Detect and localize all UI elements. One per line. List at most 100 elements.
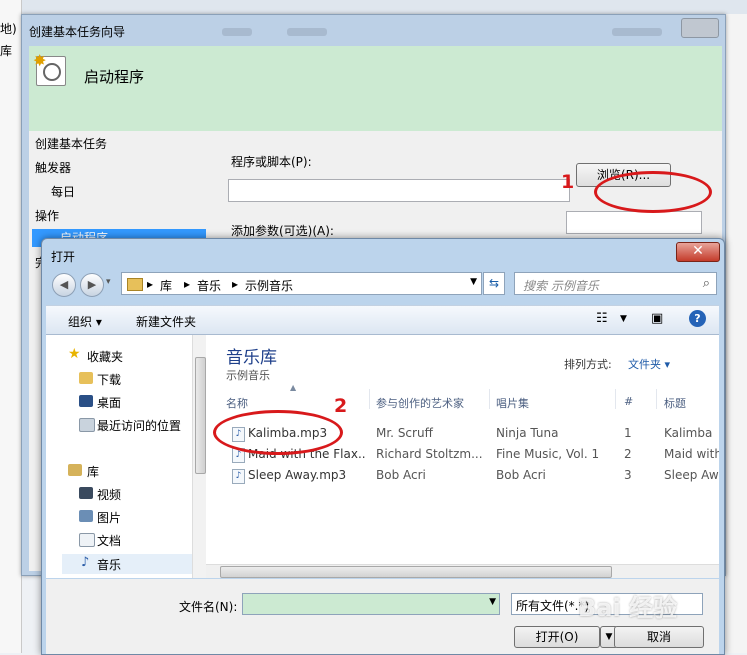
annotation-circle-browse [594, 171, 712, 213]
sidebar-item-downloads[interactable]: 下载 [97, 371, 121, 388]
view-dropdown-icon[interactable]: ▼ [620, 314, 627, 324]
column-header-album[interactable]: 唱片集 [496, 395, 529, 411]
search-icon[interactable]: ⌕ [703, 276, 710, 291]
file-list-pane: 音乐库 示例音乐 排列方式: 文件夹 ▾ ▲ 名称 参与创作的艺术家 唱片集 #… [206, 335, 719, 578]
blurred-text [222, 28, 252, 36]
sidebar-item-videos[interactable]: 视频 [97, 486, 121, 503]
breadcrumb-sample-music[interactable]: 示例音乐 [245, 277, 293, 294]
column-header-title[interactable]: 标题 [664, 395, 686, 411]
chevron-right-icon[interactable]: ▸ [184, 277, 190, 291]
chevron-right-icon[interactable]: ▸ [147, 277, 153, 291]
file-album: Bob Acri [496, 468, 546, 482]
args-label: 添加参数(可选)(A): [231, 224, 334, 238]
sidebar-scrollbar[interactable] [192, 335, 207, 578]
watermark-logo: Bai 经验 [578, 594, 678, 622]
file-artist: Richard Stoltzm... [376, 447, 483, 461]
file-album: Fine Music, Vol. 1 [496, 447, 600, 461]
library-subtitle: 示例音乐 [226, 369, 270, 382]
blurred-text [287, 28, 327, 36]
column-separator[interactable] [656, 389, 657, 409]
column-separator[interactable] [369, 389, 370, 409]
folder-icon [127, 278, 143, 291]
scrollbar-thumb[interactable] [220, 566, 612, 578]
breadcrumb-library[interactable]: 库 [160, 277, 172, 294]
forward-arrow-icon[interactable]: ▶ [80, 273, 104, 297]
recent-places-icon [79, 418, 95, 432]
dialog-toolbar: 组织 ▾ 新建文件夹 ☷ ▼ ▣ ? [46, 305, 719, 335]
sidebar-item-documents[interactable]: 文档 [97, 532, 121, 549]
left-strip-text-2: 库 [0, 44, 13, 58]
sidebar-item-recent[interactable]: 最近访问的位置 [97, 417, 181, 434]
refresh-icon[interactable]: ⇆ [483, 272, 505, 295]
help-icon[interactable]: ? [689, 310, 706, 327]
search-input[interactable]: 搜索 示例音乐 ⌕ [514, 272, 717, 295]
library-title: 音乐库 [226, 348, 277, 368]
sidebar-item-music[interactable]: 音乐 [97, 556, 121, 573]
documents-icon [79, 533, 95, 547]
scrollbar-thumb[interactable] [195, 357, 206, 474]
file-artist: Mr. Scruff [376, 426, 433, 440]
file-number: 1 [624, 426, 632, 440]
annotation-number-2: 2 [334, 395, 348, 417]
file-name[interactable]: Sleep Away.mp3 [248, 468, 366, 482]
sidebar-item-pictures[interactable]: 图片 [97, 509, 121, 526]
program-label: 程序或脚本(P): [231, 155, 312, 169]
view-list-icon[interactable]: ☷ [596, 311, 608, 326]
cancel-button[interactable]: 取消 [614, 626, 704, 648]
column-header-artist[interactable]: 参与创作的艺术家 [376, 395, 464, 411]
back-arrow-icon[interactable]: ◀ [52, 273, 76, 297]
navigation-pane: ★ 收藏夹 下载 桌面 最近访问的位置 库 视频 图片 文档 ♪ 音乐 [46, 335, 203, 578]
file-list-horizontal-scrollbar[interactable] [206, 564, 719, 578]
star-icon: ★ [68, 346, 81, 362]
dialog-close-button[interactable]: ✕ [676, 242, 720, 262]
filename-input[interactable]: ▼ [242, 593, 500, 615]
chevron-right-icon[interactable]: ▸ [232, 277, 238, 291]
search-placeholder: 搜索 示例音乐 [523, 279, 599, 293]
open-button-label: 打开(O) [535, 630, 579, 644]
blurred-text [612, 28, 662, 36]
audio-file-icon: ♪ [232, 469, 245, 484]
args-input[interactable] [566, 211, 702, 234]
column-header-name[interactable]: 名称 [226, 395, 248, 411]
column-separator[interactable] [615, 389, 616, 409]
organize-menu[interactable]: 组织 ▾ [68, 313, 102, 330]
background-left-panel: 地) 库 [0, 0, 22, 653]
file-number: 2 [624, 447, 632, 461]
history-dropdown-icon[interactable]: ▾ [106, 277, 111, 287]
open-button[interactable]: 打开(O) [514, 626, 600, 648]
filename-dropdown-icon[interactable]: ▼ [489, 597, 496, 607]
sidebar-item-desktop[interactable]: 桌面 [97, 394, 121, 411]
nav-daily[interactable]: 每日 [51, 183, 75, 200]
file-title: Kalimba [664, 426, 713, 440]
sort-dropdown[interactable]: 文件夹 ▾ [628, 356, 670, 372]
sidebar-item-libraries[interactable]: 库 [87, 463, 99, 480]
file-number: 3 [624, 468, 632, 482]
filename-label: 文件名(N): [179, 600, 238, 614]
clock-icon [43, 63, 61, 81]
sort-label: 排列方式: [564, 358, 612, 371]
nav-action[interactable]: 操作 [35, 207, 59, 224]
breadcrumb-music[interactable]: 音乐 [197, 277, 221, 294]
nav-create-task[interactable]: 创建基本任务 [35, 135, 107, 152]
libraries-icon [68, 464, 82, 476]
background-toolbar [0, 0, 747, 15]
annotation-number-1: 1 [561, 171, 575, 193]
file-album: Ninja Tuna [496, 426, 559, 440]
pictures-icon [79, 510, 93, 522]
address-dropdown-icon[interactable]: ▼ [470, 277, 477, 287]
videos-icon [79, 487, 93, 499]
sidebar-item-favorites[interactable]: 收藏夹 [87, 348, 123, 365]
preview-pane-icon[interactable]: ▣ [651, 311, 663, 326]
wizard-title: 创建基本任务向导 [29, 25, 126, 39]
desktop-icon [79, 395, 93, 407]
new-folder-button[interactable]: 新建文件夹 [136, 313, 196, 330]
nav-trigger[interactable]: 触发器 [35, 159, 71, 176]
file-title: Maid with [664, 447, 719, 461]
column-header-number[interactable]: # [624, 395, 633, 408]
file-artist: Bob Acri [376, 468, 426, 482]
program-input[interactable] [228, 179, 570, 202]
address-bar[interactable]: ▸ 库 ▸ 音乐 ▸ 示例音乐 ▼ [121, 272, 482, 295]
left-strip-text-1: 地) [0, 22, 17, 36]
column-separator[interactable] [489, 389, 490, 409]
wizard-close-button[interactable] [681, 18, 719, 38]
